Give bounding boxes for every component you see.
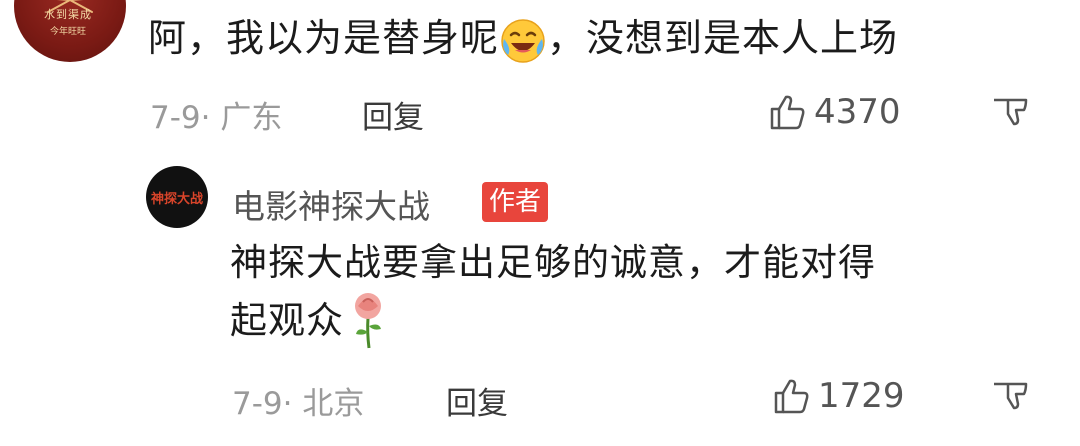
reply-text-line1: 神探大战要拿出足够的诚意，才能对得 xyxy=(230,241,876,284)
comment-text-part2: ，没想到是本人上场 xyxy=(547,16,899,60)
reply-like-button[interactable]: 1729 xyxy=(772,376,905,416)
comment-like-button[interactable]: 4370 xyxy=(768,92,901,132)
avatar-text-line1: 水到渠成 xyxy=(44,8,92,21)
comment-reply-button[interactable]: 回复 xyxy=(362,92,424,137)
reply-dislike-button[interactable] xyxy=(990,380,1030,420)
laughing-crying-emoji-icon xyxy=(499,17,547,65)
reply-reply-button[interactable]: 回复 xyxy=(446,378,508,423)
rose-emoji-icon xyxy=(350,292,386,350)
comment-dislike-button[interactable] xyxy=(990,96,1030,136)
author-avatar-logo: 神探大战 xyxy=(151,192,204,207)
thumbs-down-icon xyxy=(990,380,1030,420)
reply-like-count: 1729 xyxy=(818,376,905,416)
thumbs-down-icon xyxy=(990,96,1030,136)
reply-text-line2-row: 起观众 xyxy=(230,292,386,350)
reply-text-line2: 起观众 xyxy=(230,299,344,342)
author-badge: 作者 xyxy=(482,182,549,222)
avatar-text-line2: 今年旺旺 xyxy=(50,27,87,37)
comment-text: 阿，我以为是替身呢 ，没想到是本人上场 xyxy=(148,15,898,65)
author-avatar[interactable]: 神探大战 xyxy=(146,166,208,228)
commenter-avatar[interactable]: 水到渠成 今年旺旺 xyxy=(14,0,126,62)
comment-text-part1: 阿，我以为是替身呢 xyxy=(148,16,500,60)
comment-date-location: 7-9· 广东 xyxy=(150,100,283,136)
thumbs-up-icon xyxy=(772,376,812,416)
comment-like-count: 4370 xyxy=(814,92,901,132)
reply-date-location: 7-9· 北京 xyxy=(232,386,365,422)
thumbs-up-icon xyxy=(768,92,808,132)
author-name[interactable]: 电影神探大战 xyxy=(232,180,430,228)
